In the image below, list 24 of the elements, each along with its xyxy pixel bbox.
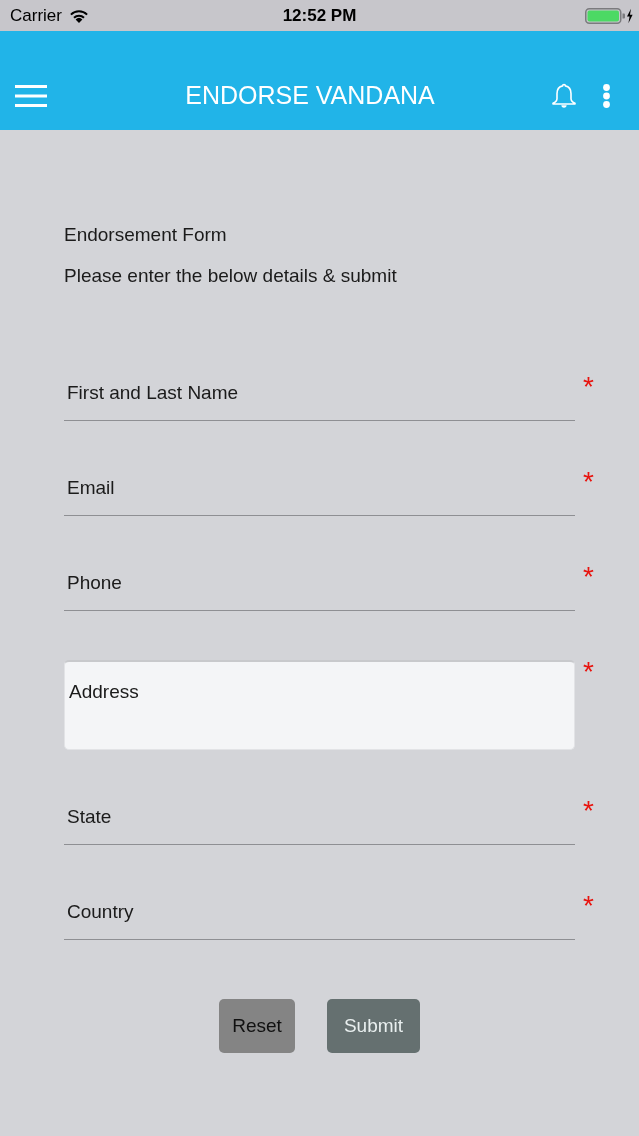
required-mark: * [583,375,595,399]
required-mark: * [583,470,595,494]
required-mark: * [583,894,595,918]
text-field[interactable]: First and Last Name [64,375,575,421]
more-options-icon[interactable] [602,83,611,108]
battery-icon [585,7,633,24]
required-mark: * [583,660,595,684]
app-title: ENDORSE VANDANA [184,81,436,110]
wifi-icon [68,8,89,23]
menu-icon[interactable] [15,84,47,107]
required-mark: * [583,799,595,823]
reset-button[interactable]: Reset [219,999,295,1053]
text-field[interactable]: Phone [64,565,575,611]
status-time: 12:52 PM [282,5,357,26]
required-mark: * [583,565,595,589]
form-title: Endorsement Form [64,224,228,246]
carrier-name: Carrier [10,5,62,26]
text-field[interactable]: State [64,799,575,845]
text-field[interactable]: Email [64,470,575,516]
form-instructions: Please enter the below details & submit [64,265,398,287]
text-field[interactable]: Country [64,894,575,940]
submit-button[interactable]: Submit [327,999,420,1053]
text-area-field[interactable]: Address [64,660,575,750]
notification-bell-icon[interactable] [551,83,577,108]
